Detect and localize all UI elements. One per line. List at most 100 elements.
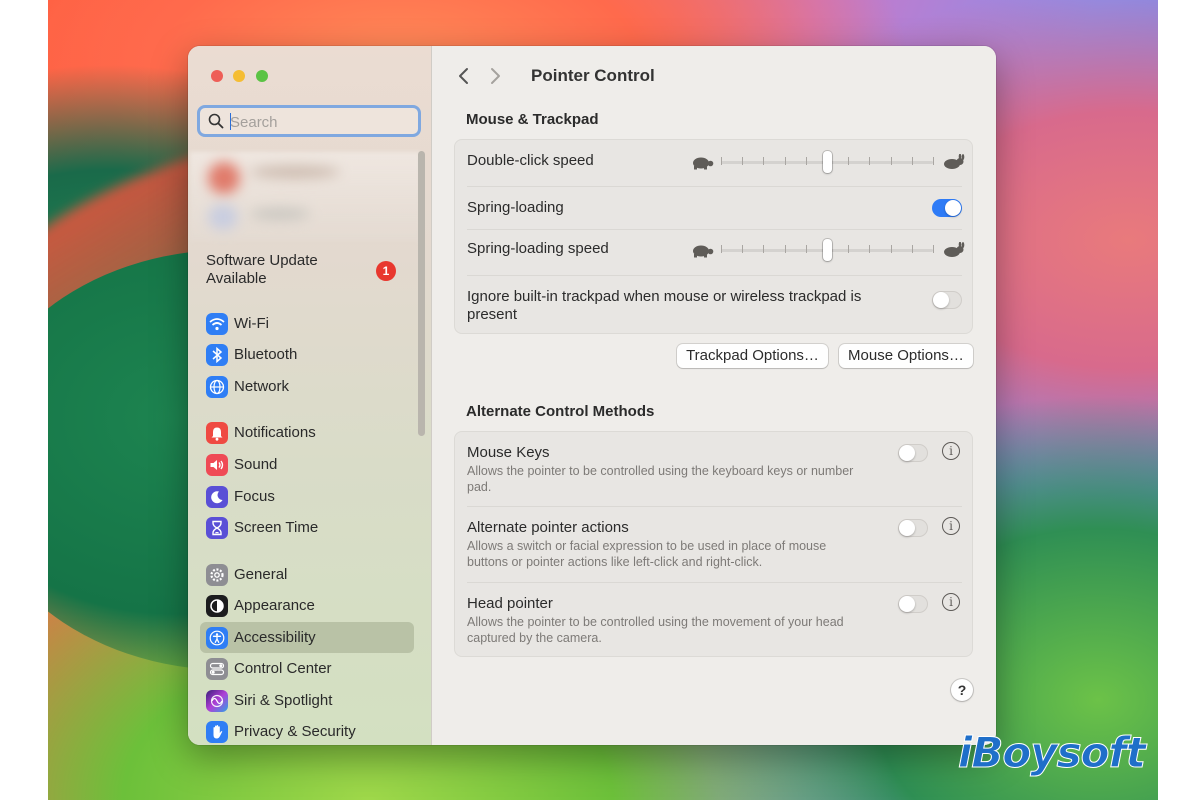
iboysoft-watermark: iBoysoft (958, 728, 1147, 778)
double-click-speed-slider[interactable] (689, 151, 967, 173)
accessibility-icon (206, 627, 228, 649)
slider-knob[interactable] (823, 239, 832, 261)
info-icon[interactable]: i (942, 517, 960, 535)
mouse-keys-description: Allows the pointer to be controlled usin… (467, 464, 854, 494)
mouse-keys-row: Mouse Keys Allows the pointer to be cont… (467, 432, 962, 506)
sidebar-item-accessibility[interactable]: Accessibility (200, 622, 414, 653)
slider-tick (933, 157, 934, 165)
search-field[interactable] (197, 105, 421, 137)
slider-tick (912, 157, 913, 165)
sidebar-item-label: Privacy & Security (234, 723, 356, 740)
double-click-speed-row: Double-click speed (467, 140, 965, 186)
info-icon[interactable]: i (942, 442, 960, 460)
hourglass-icon (206, 517, 228, 539)
alternate-pointer-actions-toggle[interactable] (898, 519, 928, 537)
sidebar-item-label: Notifications (234, 424, 316, 441)
alternate-control-card: Mouse Keys Allows the pointer to be cont… (454, 431, 973, 657)
spring-loading-row: Spring-loading (467, 187, 962, 229)
sidebar-item-control-center[interactable]: Control Center (200, 653, 414, 684)
spring-loading-label: Spring-loading (467, 199, 564, 216)
section-heading-alternate-control: Alternate Control Methods (466, 403, 655, 420)
slider-tick (763, 157, 764, 165)
help-button[interactable]: ? (951, 679, 973, 701)
sidebar-scrollbar[interactable] (418, 151, 425, 436)
toggle-knob (933, 292, 949, 308)
rabbit-icon (944, 242, 965, 257)
spring-loading-toggle[interactable] (932, 199, 962, 217)
software-update-label[interactable]: Software Update Available (206, 252, 346, 288)
head-pointer-row: Head pointer Allows the pointer to be co… (467, 583, 962, 657)
sidebar-item-privacy-security[interactable]: Privacy & Security (200, 716, 414, 745)
slider-tick (785, 245, 786, 253)
sidebar-item-screen-time[interactable]: Screen Time (200, 512, 414, 543)
slider-tick (891, 157, 892, 165)
sidebar-item-label: Wi-Fi (234, 315, 269, 332)
main-pane: Pointer Control Mouse & Trackpad Double-… (432, 46, 996, 745)
appearance-icon (206, 595, 228, 617)
turtle-icon (693, 245, 714, 258)
slider-tick (742, 157, 743, 165)
alternate-pointer-actions-label: Alternate pointer actions (467, 519, 629, 536)
toggle-knob (899, 596, 915, 612)
section-heading-mouse-trackpad: Mouse & Trackpad (466, 111, 599, 128)
gear-icon (206, 564, 228, 586)
slider-tick (848, 245, 849, 253)
info-icon[interactable]: i (942, 593, 960, 611)
mouse-keys-toggle[interactable] (898, 444, 928, 462)
sidebar-item-sound[interactable]: Sound (200, 449, 414, 480)
speaker-icon (206, 454, 228, 476)
system-settings-window: Software Update Available 1 Wi-Fi Blueto… (188, 46, 996, 745)
sidebar-item-notifications[interactable]: Notifications (200, 417, 414, 448)
sidebar-item-general[interactable]: General (200, 559, 414, 590)
head-pointer-label: Head pointer (467, 595, 553, 612)
control-center-icon (206, 658, 228, 680)
apple-account-redacted (190, 152, 420, 242)
slider-knob[interactable] (823, 151, 832, 173)
sidebar-item-label: General (234, 566, 288, 583)
spring-loading-speed-row: Spring-loading speed (467, 230, 965, 275)
globe-icon (206, 376, 228, 398)
sidebar-item-siri-spotlight[interactable]: Siri & Spotlight (200, 685, 414, 716)
minimize-window-button[interactable] (233, 70, 245, 82)
search-input[interactable] (228, 110, 412, 134)
bluetooth-icon (206, 344, 228, 366)
head-pointer-toggle[interactable] (898, 595, 928, 613)
slider-tick (742, 245, 743, 253)
back-arrow-icon[interactable] (454, 66, 474, 86)
update-count-badge: 1 (376, 261, 396, 281)
mouse-options-button[interactable]: Mouse Options… (839, 344, 973, 368)
sidebar-item-wifi[interactable]: Wi-Fi (200, 308, 414, 339)
forward-arrow-icon[interactable] (485, 66, 505, 86)
slider-tick (869, 245, 870, 253)
ignore-trackpad-label: Ignore built-in trackpad when mouse or w… (467, 288, 862, 323)
sidebar-item-bluetooth[interactable]: Bluetooth (200, 339, 414, 370)
sidebar-item-label: Accessibility (234, 629, 316, 646)
search-icon (208, 113, 224, 129)
bell-icon (206, 422, 228, 444)
sidebar-item-label: Focus (234, 488, 275, 505)
sidebar-item-label: Network (234, 378, 290, 395)
sidebar-item-label: Control Center (234, 660, 332, 677)
ignore-trackpad-toggle[interactable] (932, 291, 962, 309)
slider-tick (806, 157, 807, 165)
hand-icon (206, 721, 228, 743)
moon-icon (206, 486, 228, 508)
sidebar-item-label: Sound (234, 456, 278, 473)
zoom-window-button[interactable] (256, 70, 268, 82)
ignore-trackpad-row: Ignore built-in trackpad when mouse or w… (467, 276, 962, 334)
toggle-knob (899, 445, 915, 461)
slider-tick (721, 245, 722, 253)
slider-tick (848, 157, 849, 165)
sidebar-item-appearance[interactable]: Appearance (200, 590, 414, 621)
rabbit-icon (944, 154, 965, 169)
trackpad-options-button[interactable]: Trackpad Options… (677, 344, 828, 368)
sidebar-item-focus[interactable]: Focus (200, 481, 414, 512)
turtle-icon (693, 157, 714, 170)
sidebar-item-label: Appearance (234, 597, 315, 614)
spring-loading-speed-slider[interactable] (689, 239, 967, 261)
sidebar-item-network[interactable]: Network (200, 371, 414, 402)
toggle-knob (945, 200, 961, 216)
close-window-button[interactable] (211, 70, 223, 82)
slider-tick (785, 157, 786, 165)
mouse-trackpad-card: Double-click speed Spring-loading Spring… (454, 139, 973, 334)
